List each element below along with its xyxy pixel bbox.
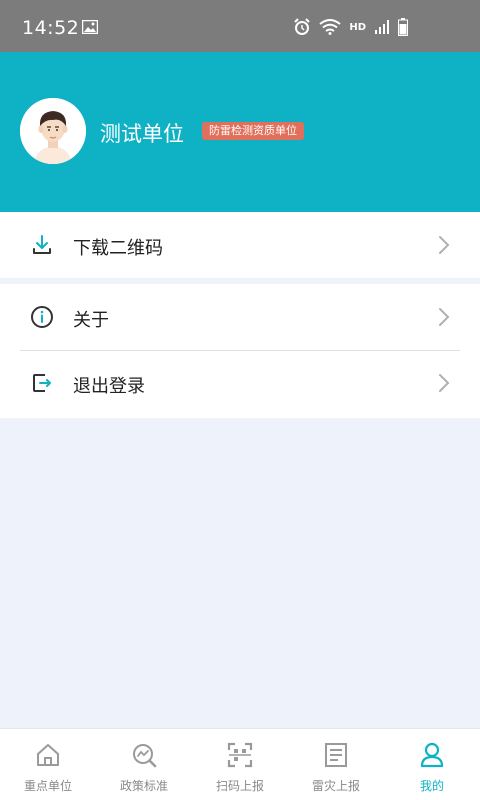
search-chart-icon (133, 744, 157, 768)
image-icon (82, 20, 98, 34)
scan-icon (227, 742, 253, 768)
battery-icon (398, 18, 408, 36)
wifi-icon (319, 19, 341, 35)
tab-label: 雷灾上报 (311, 779, 360, 793)
user-icon (420, 742, 444, 768)
tab-policy-standards[interactable]: 政策标准 (96, 729, 192, 800)
tab-label: 扫码上报 (215, 779, 264, 793)
menu-group-settings: 关于 退出登录 (0, 284, 480, 418)
menu-label: 下载二维码 (73, 238, 163, 259)
signal-icon (375, 20, 389, 34)
user-name: 测试单位 (100, 122, 184, 146)
menu-group-download: 下载二维码 (0, 212, 480, 278)
home-icon (37, 744, 59, 766)
status-bar: 14:52 HD (0, 0, 480, 52)
chevron-right-icon (439, 308, 450, 326)
status-icons: HD (293, 18, 408, 36)
tab-key-units[interactable]: 重点单位 (0, 729, 96, 800)
tab-label: 我的 (419, 779, 444, 793)
alarm-icon (294, 18, 311, 35)
menu-item-download-qrcode[interactable]: 下载二维码 (0, 212, 480, 278)
menu-label: 关于 (73, 310, 109, 331)
download-icon (33, 235, 51, 254)
tab-lightning-report[interactable]: 雷灾上报 (288, 729, 384, 800)
bottom-tab-bar: 重点单位 政策标准 扫码上报 雷灾上报 我的 (0, 728, 480, 800)
menu-item-logout[interactable]: 退出登录 (0, 350, 480, 416)
network-type: HD (349, 21, 366, 33)
info-icon (31, 306, 53, 328)
chevron-right-icon (439, 374, 450, 392)
tab-label: 重点单位 (23, 779, 72, 793)
menu-label: 退出登录 (73, 376, 145, 397)
document-icon (325, 743, 347, 767)
avatar[interactable] (20, 98, 86, 164)
logout-icon (33, 374, 51, 392)
profile-header: 测试单位 防雷检测资质单位 (0, 52, 480, 212)
tab-scan-report[interactable]: 扫码上报 (192, 729, 288, 800)
status-time: 14:52 (22, 17, 80, 39)
qualification-badge: 防雷检测资质单位 (202, 122, 304, 140)
tab-label: 政策标准 (119, 779, 168, 793)
avatar-illustration (20, 98, 86, 164)
chevron-right-icon (439, 236, 450, 254)
tab-mine[interactable]: 我的 (384, 729, 480, 800)
menu-item-about[interactable]: 关于 (0, 284, 480, 351)
